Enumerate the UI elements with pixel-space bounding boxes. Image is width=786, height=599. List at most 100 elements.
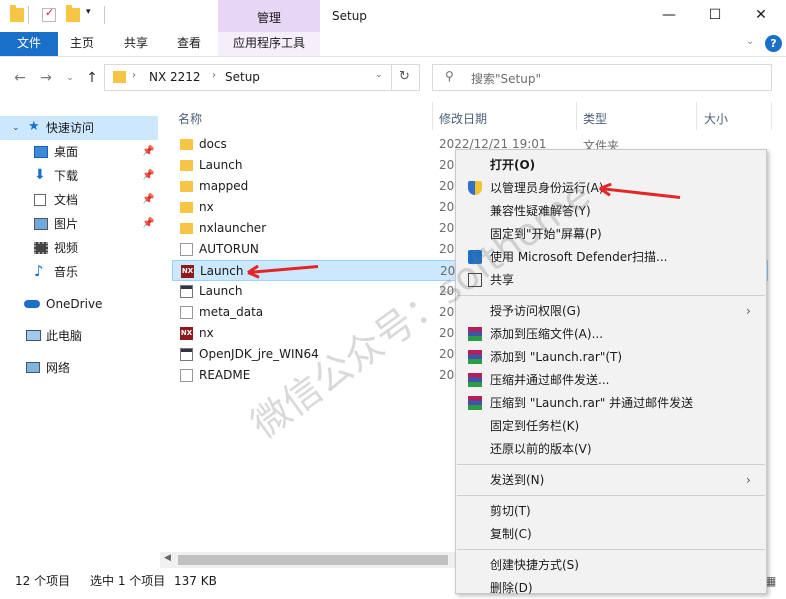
window-title: Setup [332,9,367,23]
minimize-button[interactable]: — [646,0,692,32]
file-icon [180,243,193,256]
column-divider[interactable] [432,102,433,130]
breadcrumb-nx2212[interactable]: NX 2212 [149,70,201,84]
column-header-size[interactable]: 大小 [704,108,728,130]
forward-button[interactable]: → [36,67,56,89]
tab-file[interactable]: 文件 [0,32,58,56]
nav-item-this-pc[interactable]: 此电脑 [0,324,158,348]
divider [104,6,105,24]
breadcrumb-setup[interactable]: Setup [225,70,260,84]
menu-item-label: 剪切(T) [490,504,531,518]
menu-item-label: 打开(O) [490,158,536,172]
file-name: meta_data [199,305,264,319]
partial-scroll-region [766,262,786,382]
folder-icon [180,223,193,234]
nav-label: 桌面 [54,145,79,159]
menu-item-delete[interactable]: 删除(D) [456,577,766,599]
menu-item-label: 压缩到 "Launch.rar" 并通过邮件发送 [490,396,694,410]
menu-item-send-to[interactable]: 发送到(N) › [456,469,766,491]
nav-item-desktop[interactable]: 桌面 📌 [0,140,158,164]
expand-ribbon-icon[interactable]: ⌄ [746,36,754,47]
file-name: Launch [199,284,243,298]
column-header-type[interactable]: 类型 [583,108,607,130]
address-dropdown-icon[interactable]: ⌄ [375,70,383,80]
video-icon [34,242,48,254]
properties-icon[interactable]: ✓ [42,6,56,22]
file-name: Launch [200,264,244,278]
nav-label: 此电脑 [46,329,83,343]
menu-item-give-access[interactable]: 授予访问权限(G) › [456,300,766,322]
chevron-right-icon: › [746,304,751,318]
nav-item-videos[interactable]: 视频 [0,236,158,260]
new-folder-icon[interactable] [66,5,80,22]
menu-separator [457,549,765,550]
nx-app-icon: NX [180,327,193,340]
back-button[interactable]: ← [10,67,30,89]
menu-item-compress-to-rar-and-email[interactable]: 压缩到 "Launch.rar" 并通过邮件发送 [456,392,766,414]
nav-item-network[interactable]: 网络 [0,356,158,380]
search-icon: ⚲ [445,69,454,83]
pin-icon: 📌 [142,218,155,229]
menu-item-label: 发送到(N) [490,473,545,487]
menu-item-label: 复制(C) [490,527,532,541]
text-file-icon [180,369,193,382]
menu-item-create-shortcut[interactable]: 创建快捷方式(S) [456,554,766,576]
nav-item-downloads[interactable]: ⬇ 下载 📌 [0,164,158,188]
file-name: nx [199,200,214,214]
horizontal-scrollbar[interactable]: ◀ [160,552,456,568]
menu-item-cut[interactable]: 剪切(T) [456,500,766,522]
refresh-icon[interactable]: ↻ [399,69,410,84]
column-header-name[interactable]: 名称 [178,108,202,130]
nav-item-quick-access[interactable]: ⌄ ★ 快速访问 [0,116,158,140]
column-divider[interactable] [696,102,697,130]
nav-item-onedrive[interactable]: OneDrive [0,292,158,316]
menu-item-add-to-launch-rar[interactable]: 添加到 "Launch.rar"(T) [456,346,766,368]
item-count: 12 个项目 [15,574,71,588]
cloud-icon [24,300,40,308]
folder-icon [180,160,193,171]
menu-item-label: 创建快捷方式(S) [490,558,579,572]
scroll-left-icon[interactable]: ◀ [164,553,171,563]
chevron-right-icon: › [212,70,216,81]
application-icon [180,285,193,298]
nav-label: 视频 [54,241,79,255]
search-input[interactable]: ⚲ 搜索"Setup" [432,64,772,91]
file-name: nx [199,326,214,340]
address-bar[interactable]: › NX 2212 › Setup ⌄ ↻ [104,64,420,91]
chevron-down-icon[interactable]: ⌄ [12,116,20,140]
close-button[interactable]: ✕ [738,0,784,32]
nav-label: OneDrive [46,297,103,311]
up-button[interactable]: ↑ [82,67,102,89]
help-icon[interactable]: ? [765,35,782,52]
customize-quick-access-icon[interactable]: ▾ [86,7,91,17]
winrar-icon [468,350,482,364]
column-divider[interactable] [771,102,772,130]
star-icon: ★ [28,119,40,134]
menu-item-restore-previous-versions[interactable]: 还原以前的版本(V) [456,438,766,460]
maximize-button[interactable]: ☐ [692,0,738,32]
tab-application-tools[interactable]: 应用程序工具 [218,32,320,56]
file-name: mapped [199,179,249,193]
tab-share[interactable]: 共享 [110,32,162,56]
divider [28,6,29,24]
nav-item-music[interactable]: ♪ 音乐 [0,260,158,284]
menu-item-copy[interactable]: 复制(C) [456,523,766,545]
nav-item-pictures[interactable]: 图片 📌 [0,212,158,236]
scrollbar-thumb[interactable] [178,555,448,565]
chevron-right-icon: › [132,70,136,81]
manage-context-tab[interactable]: 管理 [218,0,320,32]
tab-view[interactable]: 查看 [164,32,214,56]
nav-label: 下载 [54,169,79,183]
file-name: README [199,368,251,382]
column-divider[interactable] [576,102,577,130]
menu-item-compress-and-email[interactable]: 压缩并通过邮件发送... [456,369,766,391]
manage-label: 管理 [256,11,281,25]
column-header-date[interactable]: 修改日期 [439,108,487,130]
menu-item-pin-to-taskbar[interactable]: 固定到任务栏(K) [456,415,766,437]
menu-separator [457,295,765,296]
recent-locations-icon[interactable]: ⌄ [60,67,80,89]
tab-home[interactable]: 主页 [58,32,106,56]
menu-item-open[interactable]: 打开(O) [456,154,766,176]
nav-item-documents[interactable]: 文档 📌 [0,188,158,212]
menu-item-add-to-archive[interactable]: 添加到压缩文件(A)... [456,323,766,345]
